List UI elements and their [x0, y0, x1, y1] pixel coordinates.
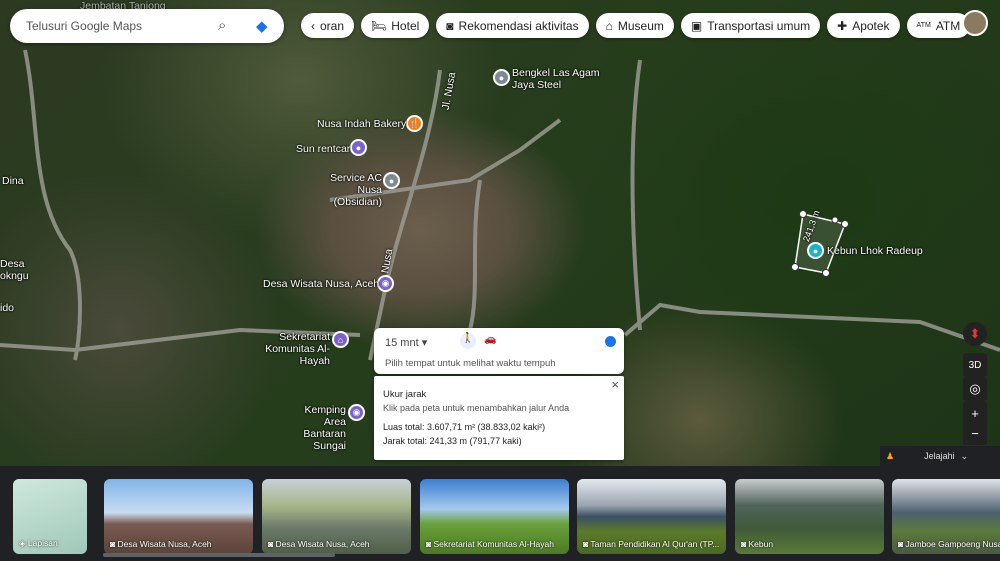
photo-card[interactable]: ◙ Desa Wisata Nusa, Aceh: [262, 479, 411, 554]
directions-icon[interactable]: ◆: [256, 17, 268, 35]
strip-scrollbar[interactable]: [103, 553, 335, 557]
layers-button[interactable]: ◈ Lapisan: [13, 479, 87, 554]
camera-icon: ◙: [110, 539, 116, 549]
travel-time-panel: 15 mnt ▾ 🚶 🚗 Pilih tempat untuk melihat …: [374, 328, 624, 374]
camera-pin-icon[interactable]: ◉: [377, 275, 394, 292]
travel-time-select[interactable]: 15 mnt ▾: [385, 336, 427, 349]
atm-icon: ATM: [916, 22, 931, 29]
chip-hotel[interactable]: 🛏 Hotel: [361, 13, 430, 38]
tilt-3d-button[interactable]: 3D: [963, 353, 987, 377]
measure-title: Ukur jarak: [383, 389, 427, 400]
camera-icon: ◙: [268, 539, 274, 549]
poi-label[interactable]: Desa Wisata Nusa, Aceh: [263, 278, 379, 290]
layers-icon: ◈: [19, 538, 26, 548]
compass-icon[interactable]: ⬍: [963, 322, 987, 346]
map-label: Desa: [0, 258, 25, 270]
chevron-left-icon[interactable]: ‹: [311, 19, 315, 33]
chip-transit[interactable]: ▣ Transportasi umum: [680, 13, 821, 38]
camera-icon: ◙: [583, 539, 589, 549]
location-dot-icon[interactable]: [605, 336, 616, 347]
measure-area: Luas total: 3.607,71 m² (38.833,02 kaki²…: [383, 422, 546, 432]
chip-restaurants[interactable]: ‹ oran: [301, 13, 355, 38]
chip-pharmacy[interactable]: ✚ Apotek: [827, 13, 900, 38]
bus-icon: ▣: [690, 18, 703, 33]
photo-card[interactable]: ◙ Taman Pendidikan Al Qur'an (TP...: [577, 479, 726, 554]
chevron-down-icon[interactable]: ⌄: [961, 451, 969, 462]
category-chips: ‹ oran 🛏 Hotel ◙ Rekomendasi aktivitas ⌂ Mus…: [301, 13, 971, 38]
search-input[interactable]: Telusuri Google Maps: [26, 19, 142, 33]
map-label: okngu: [0, 270, 29, 282]
measure-hint: Klik pada peta untuk menambahkan jalur A…: [383, 403, 570, 413]
poi-label[interactable]: Sun rentcar: [296, 143, 350, 155]
museum-icon: ⌂: [605, 18, 613, 33]
park-pin-icon[interactable]: ●: [807, 242, 824, 259]
zoom-out-button[interactable]: −: [963, 421, 987, 445]
close-icon[interactable]: ×: [611, 377, 619, 392]
measure-distance-panel: × Ukur jarak Klik pada peta untuk menamb…: [374, 376, 624, 460]
walking-icon[interactable]: 🚶: [460, 333, 476, 349]
my-location-icon[interactable]: ◎: [963, 377, 987, 401]
camera-icon: ◙: [426, 539, 432, 549]
pharmacy-icon: ✚: [837, 18, 848, 33]
museum-pin-icon[interactable]: ⌂: [332, 331, 349, 348]
bed-icon: 🛏: [371, 18, 387, 33]
measure-distance: Jarak total: 241,33 m (791,77 kaki): [383, 436, 522, 446]
map-label: ido: [0, 302, 15, 314]
restaurant-pin-icon[interactable]: 🍴: [406, 115, 423, 132]
search-icon[interactable]: ⌕: [218, 17, 226, 34]
chip-activities[interactable]: ◙ Rekomendasi aktivitas: [436, 13, 589, 38]
account-avatar[interactable]: [962, 10, 988, 36]
poi-pin-icon[interactable]: ●: [383, 172, 400, 189]
poi-label[interactable]: Kemping Area Bantaran Sungai: [284, 404, 346, 452]
poi-label[interactable]: Kebun Lhok Radeup: [827, 245, 923, 257]
poi-label[interactable]: Bengkel Las Agam Jaya Steel: [512, 67, 602, 91]
pegman-icon[interactable]: ♟: [886, 451, 894, 462]
camera-pin-icon[interactable]: ◉: [348, 404, 365, 421]
camera-icon: ◙: [898, 539, 904, 549]
search-box[interactable]: Telusuri Google Maps ⌕ ◆: [10, 9, 284, 43]
travel-hint: Pilih tempat untuk melihat waktu tempuh: [385, 358, 556, 369]
photo-strip: ◈ Lapisan ◙ Desa Wisata Nusa, Aceh ◙ Des…: [0, 466, 1000, 561]
photo-card[interactable]: ◙ Sekretariat Komunitas Al-Hayah: [420, 479, 569, 554]
car-pin-icon[interactable]: ●: [350, 139, 367, 156]
camera-icon: ◙: [446, 18, 454, 33]
photo-card[interactable]: ◙ Kebun: [735, 479, 884, 554]
poi-pin-icon[interactable]: ●: [493, 69, 510, 86]
poi-label[interactable]: Nusa Indah Bakery: [317, 118, 406, 130]
photo-card[interactable]: ◙ Jamboe Gampoeng Nusa: [892, 479, 1000, 554]
car-icon[interactable]: 🚗: [484, 334, 496, 345]
chip-museum[interactable]: ⌂ Museum: [595, 13, 674, 38]
map-label: Dina: [2, 175, 24, 187]
explore-bar[interactable]: ♟ Jelajahi ⌄: [880, 446, 1000, 466]
poi-label[interactable]: Sekretariat Komunitas Al-Hayah: [248, 331, 330, 367]
poi-label[interactable]: Service AC Nusa (Obsidian): [318, 172, 382, 208]
photo-card[interactable]: ◙ Desa Wisata Nusa, Aceh: [104, 479, 253, 554]
camera-icon: ◙: [741, 539, 747, 549]
